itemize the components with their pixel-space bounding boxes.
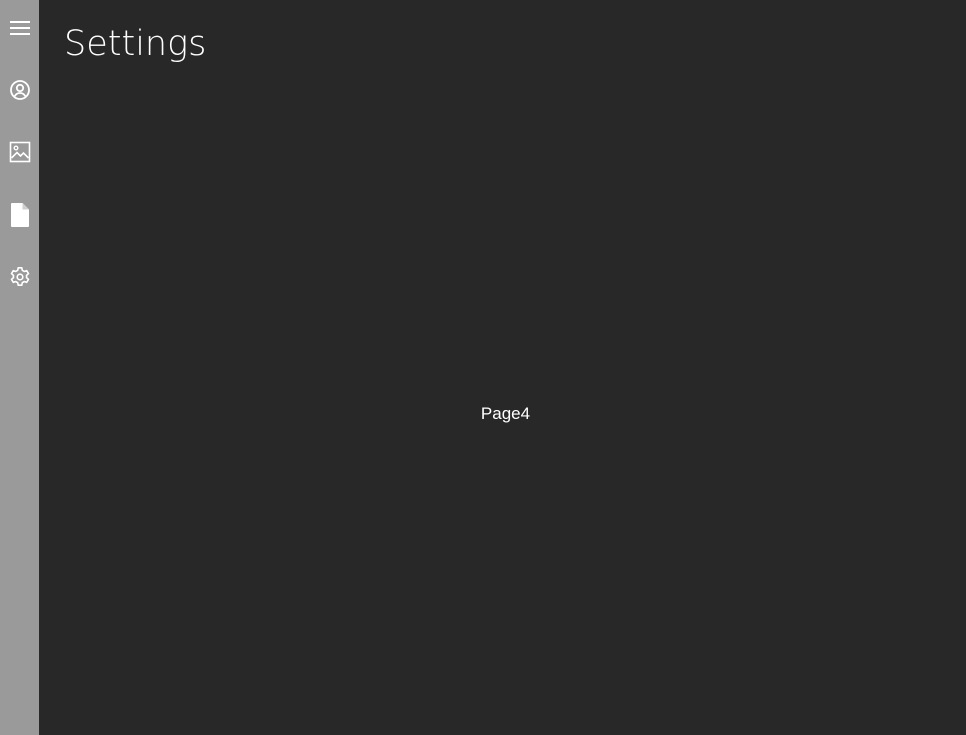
page-title: Settings xyxy=(64,24,207,64)
sidebar-item-account[interactable] xyxy=(0,70,39,110)
main-content-area: Settings Page4 xyxy=(39,0,966,735)
sidebar-nav xyxy=(0,0,39,735)
account-circle-icon xyxy=(9,80,30,100)
settings-gear-icon xyxy=(10,267,29,286)
menu-icon xyxy=(9,21,30,35)
page-content-label: Page4 xyxy=(480,404,531,423)
app-window: Settings Page4 xyxy=(0,0,966,735)
document-icon xyxy=(10,203,29,227)
sidebar-item-documents[interactable] xyxy=(0,195,39,235)
sidebar-menu-button[interactable] xyxy=(0,8,39,48)
sidebar-item-images[interactable] xyxy=(0,132,39,172)
sidebar-item-settings[interactable] xyxy=(0,257,39,297)
image-icon xyxy=(9,141,30,163)
